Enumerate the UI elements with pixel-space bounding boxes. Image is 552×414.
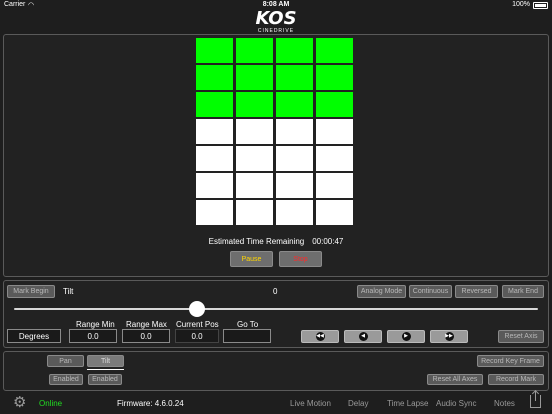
range-max-input[interactable]: 0.0 — [122, 329, 170, 343]
fast-forward-button[interactable]: ▶▶ — [430, 330, 468, 343]
progress-cell — [276, 65, 313, 90]
fast-forward-icon: ▶▶ — [444, 332, 454, 341]
record-mark-button[interactable]: Record Mark — [488, 374, 544, 385]
tilt-selected-indicator — [87, 369, 124, 370]
estimated-time: Estimated Time Remaining 00:00:47 — [0, 237, 552, 246]
mark-end-button[interactable]: Mark End — [502, 285, 544, 298]
progress-cell — [316, 119, 353, 144]
progress-grid — [196, 38, 356, 225]
axis-name: Tilt — [63, 287, 74, 296]
progress-cell — [316, 65, 353, 90]
progress-cell — [316, 173, 353, 198]
axes-panel — [3, 351, 549, 391]
units-field[interactable]: Degrees — [7, 329, 61, 343]
pan-axis-button[interactable]: Pan — [47, 355, 84, 367]
step-reverse-button[interactable]: ◀ — [344, 330, 382, 343]
axis-position-value: 0 — [273, 287, 278, 296]
progress-cell — [236, 119, 273, 144]
progress-cell — [196, 65, 233, 90]
step-forward-icon: ▶ — [401, 332, 411, 341]
tab-audio-sync[interactable]: Audio Sync — [436, 399, 476, 408]
mark-begin-button[interactable]: Mark Begin — [7, 285, 55, 298]
reversed-button[interactable]: Reversed — [455, 285, 498, 298]
continuous-button[interactable]: Continuous — [409, 285, 452, 298]
estimated-time-value: 00:00:47 — [312, 237, 344, 246]
tab-notes[interactable]: Notes — [494, 399, 515, 408]
progress-cell — [276, 146, 313, 171]
range-max-label: Range Max — [126, 320, 167, 329]
stop-button[interactable]: Stop — [279, 251, 322, 267]
go-to-label: Go To — [237, 320, 259, 329]
progress-cell — [236, 38, 273, 63]
progress-cell — [316, 146, 353, 171]
reset-all-axes-button[interactable]: Reset All Axes — [427, 374, 483, 385]
progress-cell — [276, 119, 313, 144]
progress-cell — [316, 92, 353, 117]
record-key-frame-button[interactable]: Record Key Frame — [477, 355, 544, 367]
progress-cell — [196, 38, 233, 63]
bottom-bar: ⚙ Online Firmware: 4.6.0.24 Live Motion … — [0, 391, 552, 414]
gear-icon[interactable]: ⚙ — [13, 395, 26, 410]
share-icon[interactable] — [530, 391, 541, 408]
progress-cell — [196, 173, 233, 198]
current-pos-value: 0.0 — [175, 329, 219, 343]
progress-cell — [276, 200, 313, 225]
tab-time-lapse[interactable]: Time Lapse — [387, 399, 429, 408]
progress-cell — [236, 173, 273, 198]
current-pos-label: Current Pos — [176, 320, 219, 329]
battery-icon — [533, 2, 548, 9]
progress-cell — [196, 200, 233, 225]
go-to-input[interactable] — [223, 329, 271, 343]
progress-cell — [196, 92, 233, 117]
estimated-time-label: Estimated Time Remaining — [208, 237, 305, 246]
connection-status: Online — [39, 399, 63, 408]
progress-cell — [276, 38, 313, 63]
step-forward-button[interactable]: ▶ — [387, 330, 425, 343]
tilt-enabled-toggle[interactable]: Enabled — [88, 374, 122, 385]
pause-button[interactable]: Pause — [230, 251, 273, 267]
app-logo: KOS CINEDRIVE — [0, 8, 552, 35]
tab-live-motion[interactable]: Live Motion — [290, 399, 331, 408]
range-min-input[interactable]: 0.0 — [69, 329, 117, 343]
reset-axis-button[interactable]: Reset Axis — [498, 330, 544, 343]
progress-cell — [276, 92, 313, 117]
progress-cell — [236, 200, 273, 225]
tab-delay[interactable]: Delay — [348, 399, 368, 408]
progress-cell — [316, 38, 353, 63]
progress-cell — [236, 65, 273, 90]
tilt-axis-button[interactable]: Tilt — [87, 355, 124, 367]
progress-cell — [196, 146, 233, 171]
battery-percent: 100% — [512, 1, 530, 8]
pan-enabled-toggle[interactable]: Enabled — [49, 374, 83, 385]
fast-reverse-button[interactable]: ◀◀ — [301, 330, 339, 343]
fast-reverse-icon: ◀◀ — [315, 332, 325, 341]
firmware-version: Firmware: 4.6.0.24 — [117, 399, 184, 408]
progress-cell — [196, 119, 233, 144]
status-time: 8:08 AM — [262, 1, 290, 8]
progress-cell — [316, 200, 353, 225]
progress-cell — [236, 92, 273, 117]
logo-brand: KOS — [255, 8, 297, 29]
range-min-label: Range Min — [76, 320, 115, 329]
step-reverse-icon: ◀ — [358, 332, 368, 341]
analog-mode-button[interactable]: Analog Mode — [357, 285, 406, 298]
progress-cell — [276, 173, 313, 198]
axis-slider-track[interactable] — [14, 308, 538, 310]
progress-cell — [236, 146, 273, 171]
